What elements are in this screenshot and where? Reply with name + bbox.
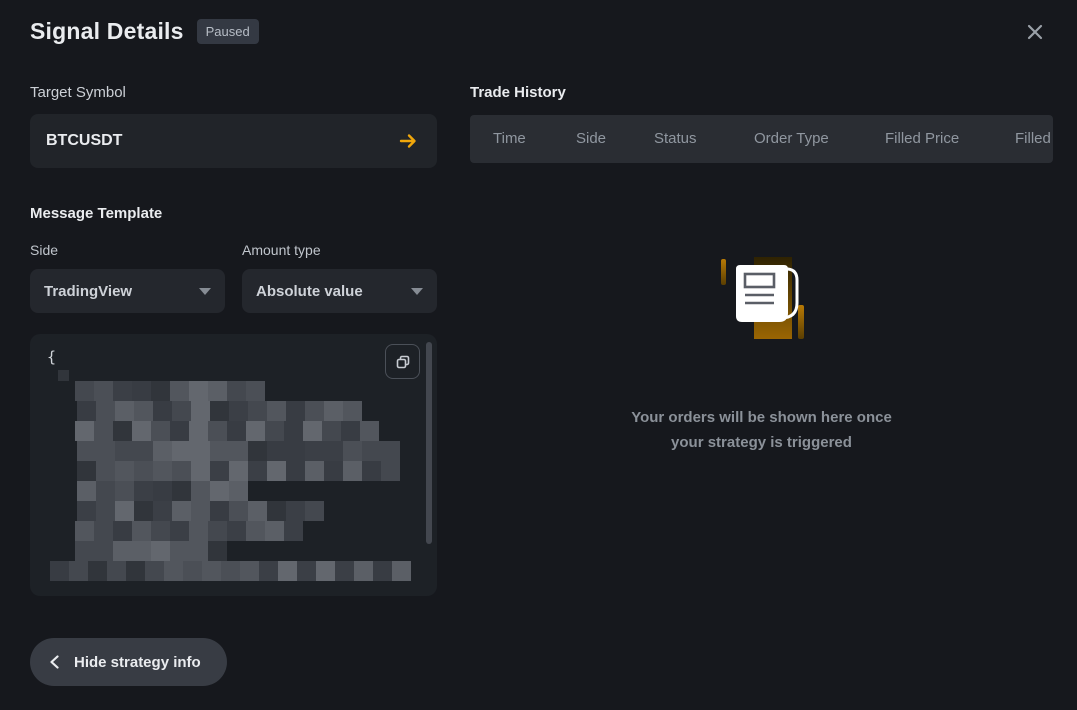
signal-details-modal: Signal Details Paused Target Symbol BTCU… [0, 0, 1077, 710]
modal-body: Target Symbol BTCUSDT Message Template S… [30, 84, 1053, 686]
close-button[interactable] [1023, 20, 1047, 44]
status-badge: Paused [197, 19, 259, 44]
trade-history-heading: Trade History [470, 84, 1053, 101]
message-template-heading: Message Template [30, 205, 437, 222]
strategy-info-panel: Target Symbol BTCUSDT Message Template S… [30, 84, 437, 686]
target-symbol-label: Target Symbol [30, 84, 437, 101]
column-header-side: Side [576, 115, 606, 163]
trade-history-panel: Trade History Time Side Status Order Typ… [470, 84, 1053, 686]
code-open-brace: { [47, 348, 56, 366]
chevron-down-icon [199, 288, 211, 295]
column-header-order-type: Order Type [754, 115, 829, 163]
template-options-row: Side TradingView Amount type Absolute va… [30, 242, 437, 313]
page-title: Signal Details [30, 18, 184, 45]
empty-state-message: Your orders will be shown here once your… [631, 405, 892, 455]
copy-button[interactable] [385, 344, 420, 379]
hide-strategy-info-button[interactable]: Hide strategy info [30, 638, 227, 686]
empty-state-message-line2: your strategy is triggered [631, 430, 892, 455]
empty-state: Your orders will be shown here once your… [470, 247, 1053, 455]
amount-type-label: Amount type [242, 242, 437, 258]
copy-icon [394, 353, 412, 371]
column-header-filled: Filled [1015, 115, 1051, 163]
close-icon [1025, 22, 1045, 42]
column-header-status: Status [654, 115, 697, 163]
message-template-code-block: { [30, 334, 437, 596]
chevron-down-icon [411, 288, 423, 295]
side-dropdown[interactable]: TradingView [30, 269, 225, 313]
hide-strategy-info-label: Hide strategy info [74, 654, 201, 671]
side-dropdown-group: Side TradingView [30, 242, 225, 313]
chevron-left-icon [48, 655, 74, 669]
empty-state-message-line1: Your orders will be shown here once [631, 405, 892, 430]
scrollbar-thumb[interactable] [426, 342, 432, 544]
amount-type-dropdown-group: Amount type Absolute value [242, 242, 437, 313]
trade-history-table-header: Time Side Status Order Type Filled Price… [470, 115, 1053, 163]
side-label: Side [30, 242, 225, 258]
column-header-filled-price: Filled Price [885, 115, 959, 163]
side-dropdown-value: TradingView [44, 283, 199, 300]
modal-header: Signal Details Paused [30, 18, 1053, 45]
column-header-time: Time [493, 115, 526, 163]
redacted-content [47, 370, 437, 581]
amount-type-dropdown-value: Absolute value [256, 283, 411, 300]
order-document-icon [708, 247, 816, 359]
target-symbol-field[interactable]: BTCUSDT [30, 114, 437, 168]
target-symbol-value: BTCUSDT [46, 132, 397, 150]
amount-type-dropdown[interactable]: Absolute value [242, 269, 437, 313]
arrow-right-icon[interactable] [397, 129, 421, 153]
